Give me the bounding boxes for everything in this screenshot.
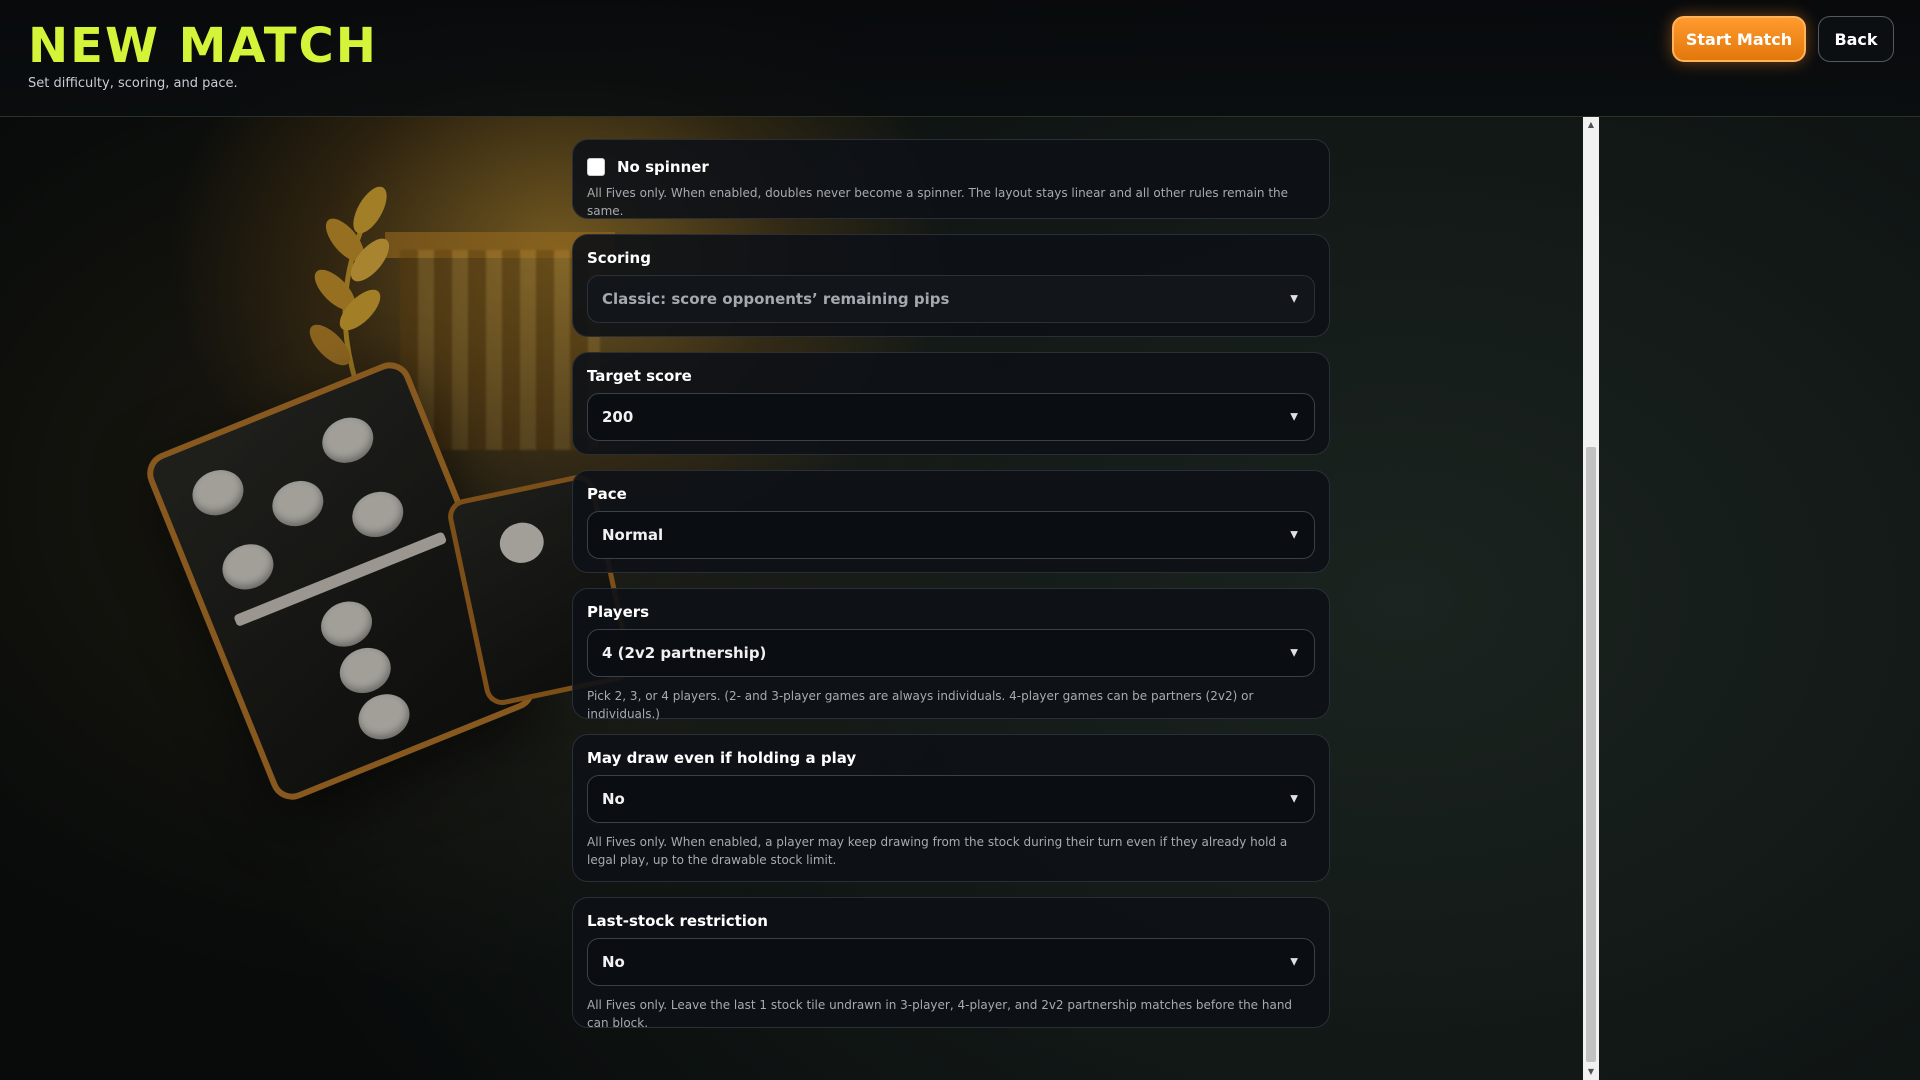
no-spinner-checkbox[interactable] (587, 158, 605, 176)
chevron-down-icon: ▼ (1290, 411, 1298, 423)
target-score-card: Target score 200 ▼ (572, 352, 1330, 455)
draw-even-select[interactable]: No ▼ (587, 775, 1315, 823)
last-stock-help: All Fives only. Leave the last 1 stock t… (587, 998, 1293, 1030)
last-stock-card: Last-stock restriction No ▼ All Fives on… (572, 897, 1330, 1030)
top-bar: NEW MATCH Set difficulty, scoring, and p… (0, 0, 1920, 117)
players-help: Pick 2, 3, or 4 players. (2- and 3-playe… (587, 689, 1254, 721)
chevron-down-icon: ▼ (1290, 529, 1298, 541)
scroll-down-arrow-icon[interactable]: ▼ (1583, 1064, 1599, 1080)
draw-even-help: All Fives only. When enabled, a player m… (587, 835, 1288, 867)
players-card: Players 4 (2v2 partnership) ▼ Pick 2, 3,… (572, 588, 1330, 721)
pace-select[interactable]: Normal ▼ (587, 511, 1315, 559)
page-title: NEW MATCH (28, 18, 378, 74)
chevron-down-icon: ▼ (1290, 956, 1298, 968)
chevron-down-icon: ▼ (1290, 293, 1298, 305)
page-subtitle: Set difficulty, scoring, and pace. (28, 76, 238, 91)
target-score-select[interactable]: 200 ▼ (587, 393, 1315, 441)
scoring-card: Scoring Classic: score opponents’ remain… (572, 234, 1330, 337)
scroll-up-arrow-icon[interactable]: ▲ (1583, 117, 1599, 133)
last-stock-value: No (602, 953, 625, 971)
start-match-button[interactable]: Start Match (1672, 16, 1806, 62)
players-select[interactable]: 4 (2v2 partnership) ▼ (587, 629, 1315, 677)
no-spinner-card: No spinner All Fives only. When enabled,… (572, 139, 1330, 219)
no-spinner-label[interactable]: No spinner (617, 158, 709, 176)
target-score-label: Target score (587, 367, 692, 385)
scoring-label: Scoring (587, 249, 651, 267)
scrollbar[interactable]: ▲ ▼ (1583, 117, 1599, 1080)
players-value: 4 (2v2 partnership) (602, 644, 767, 662)
pace-label: Pace (587, 485, 627, 503)
chevron-down-icon: ▼ (1290, 793, 1298, 805)
scoring-value: Classic: score opponents’ remaining pips (602, 290, 950, 308)
target-score-value: 200 (602, 408, 634, 426)
pace-value: Normal (602, 526, 664, 544)
scrollbar-thumb[interactable] (1586, 447, 1596, 1062)
no-spinner-help: All Fives only. When enabled, doubles ne… (587, 186, 1289, 218)
scoring-select[interactable]: Classic: score opponents’ remaining pips… (587, 275, 1315, 323)
last-stock-select[interactable]: No ▼ (587, 938, 1315, 986)
settings-panel[interactable]: No spinner All Fives only. When enabled,… (572, 117, 1332, 1080)
players-label: Players (587, 603, 650, 621)
draw-even-value: No (602, 790, 625, 808)
last-stock-label: Last-stock restriction (587, 912, 768, 930)
chevron-down-icon: ▼ (1290, 647, 1298, 659)
back-button[interactable]: Back (1818, 16, 1894, 62)
pace-card: Pace Normal ▼ (572, 470, 1330, 573)
draw-even-card: May draw even if holding a play No ▼ All… (572, 734, 1330, 882)
draw-even-label: May draw even if holding a play (587, 749, 857, 767)
